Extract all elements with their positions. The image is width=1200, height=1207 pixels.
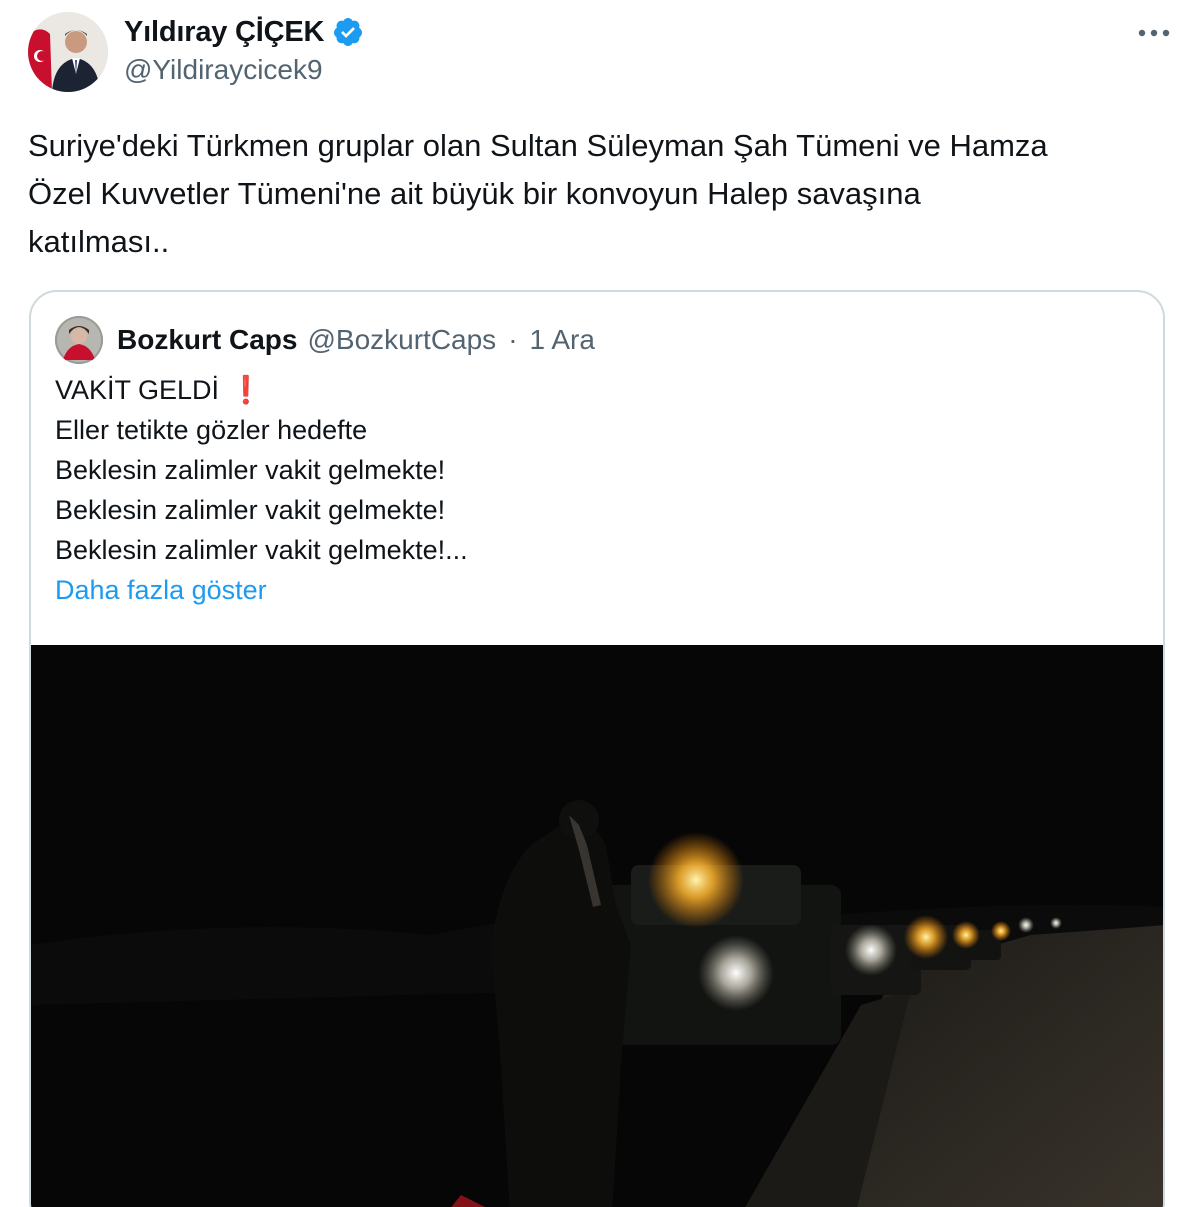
tweet: Yıldıray ÇİÇEK @Yildiraycicek9 Suriye'de… <box>0 0 1200 1207</box>
show-more-link[interactable]: Daha fazla göster <box>55 570 1135 610</box>
quoted-author-display-name[interactable]: Bozkurt Caps <box>117 324 297 356</box>
quoted-line: Beklesin zalimler vakit gelmekte! <box>55 455 446 485</box>
author-handle[interactable]: @Yildiraycicek9 <box>124 54 323 86</box>
exclamation-emoji-icon: ❗ <box>229 375 263 405</box>
tweet-text: Suriye'deki Türkmen gruplar olan Sultan … <box>28 128 1048 259</box>
author-name-row: Yıldıray ÇİÇEK <box>124 14 364 50</box>
more-horizontal-icon[interactable] <box>1132 18 1176 48</box>
author-avatar[interactable] <box>28 12 108 92</box>
quoted-author-avatar[interactable] <box>55 316 103 364</box>
quoted-video-thumbnail[interactable] <box>31 645 1163 1207</box>
quoted-line: VAKİT GELDİ ❗ <box>55 370 1135 410</box>
quoted-line: Eller tetikte gözler hedefte <box>55 415 368 445</box>
quoted-date[interactable]: 1 Ara <box>530 324 595 356</box>
quoted-tweet-text: VAKİT GELDİ ❗ Eller tetikte gözler hedeft… <box>55 370 1135 610</box>
author-display-name[interactable]: Yıldıray ÇİÇEK <box>124 16 324 49</box>
quoted-line: Beklesin zalimler vakit gelmekte!... <box>55 535 468 565</box>
quoted-line: Beklesin zalimler vakit gelmekte! <box>55 495 446 525</box>
verified-badge-icon <box>332 16 364 48</box>
quoted-separator: · <box>508 324 518 355</box>
quoted-author-handle[interactable]: @BozkurtCaps <box>307 324 496 356</box>
quoted-tweet-header: Bozkurt Caps @BozkurtCaps · 1 Ara <box>55 314 595 366</box>
quoted-tweet[interactable]: Bozkurt Caps @BozkurtCaps · 1 Ara VAKİT … <box>29 290 1165 1207</box>
quoted-line-text: VAKİT GELDİ <box>55 375 220 405</box>
